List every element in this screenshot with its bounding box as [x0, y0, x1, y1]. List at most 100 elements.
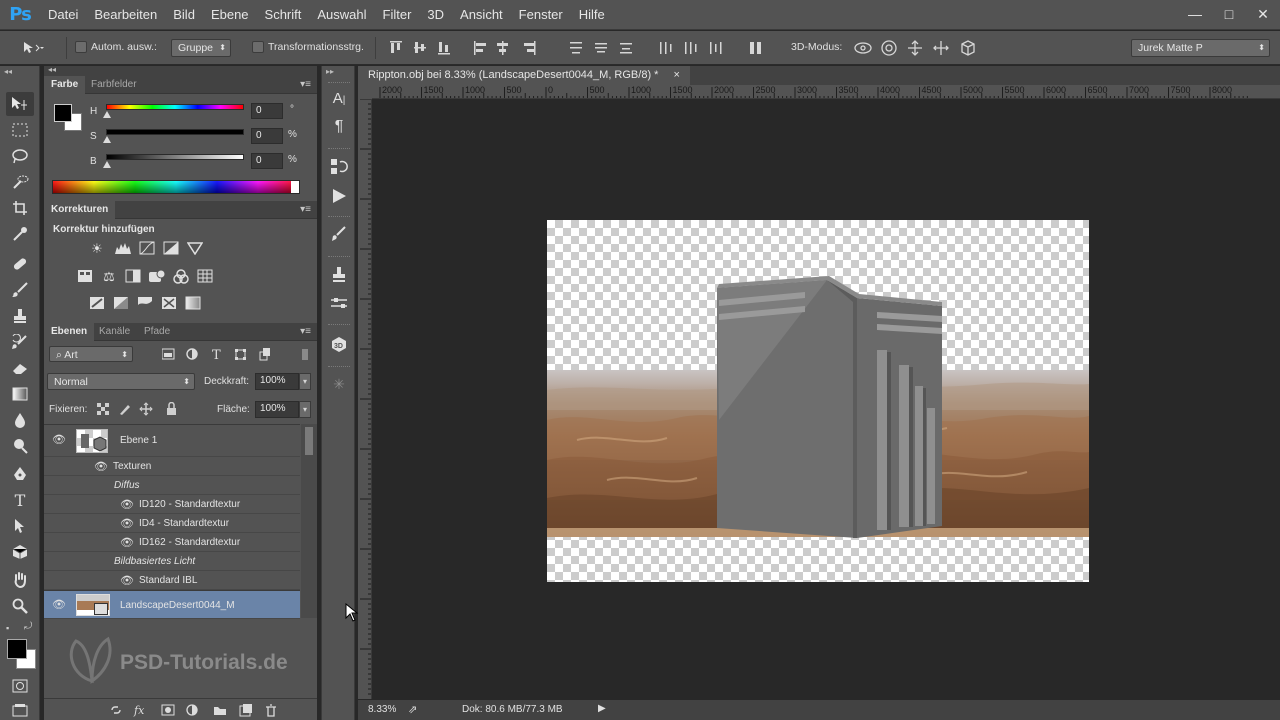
- color-lookup-icon[interactable]: [196, 269, 214, 285]
- document-tab[interactable]: Rippton.obj bei 8.33% (LandscapeDesert00…: [358, 66, 690, 85]
- marquee-tool-icon[interactable]: [6, 118, 34, 142]
- move-tool-icon[interactable]: [22, 40, 44, 56]
- visibility-eye-icon[interactable]: 👁: [120, 574, 134, 587]
- eraser-tool-icon[interactable]: [6, 356, 34, 380]
- hue-slider-thumb[interactable]: [103, 111, 111, 118]
- channel-mixer-icon[interactable]: [172, 269, 190, 285]
- dock-grip[interactable]: [328, 216, 350, 219]
- layer-action-icons[interactable]: fx: [110, 703, 290, 717]
- clone-source-icon[interactable]: [328, 266, 350, 286]
- lock-icons[interactable]: [96, 402, 180, 416]
- panel-menu-icon[interactable]: ▾≡: [300, 204, 311, 215]
- zoom-level[interactable]: 8.33%: [368, 704, 396, 715]
- threshold-icon[interactable]: [136, 296, 154, 312]
- menu-hilfe[interactable]: Hilfe: [571, 0, 613, 30]
- canvas-area[interactable]: [345, 99, 1280, 699]
- brush-tool-icon[interactable]: [6, 278, 34, 302]
- dock-grip[interactable]: [328, 324, 350, 327]
- tab-kanaele[interactable]: Kanäle: [92, 323, 137, 341]
- 3d-mode-icons[interactable]: [852, 39, 982, 57]
- fill-field[interactable]: 100%: [255, 401, 299, 418]
- dock-grip[interactable]: [328, 82, 350, 85]
- dock-grip[interactable]: [328, 366, 350, 369]
- layer-row-bildbasiertes-licht[interactable]: Bildbasiertes Licht: [44, 552, 300, 571]
- layer-row-diffus[interactable]: Diffus: [44, 476, 300, 495]
- auto-select-checkbox[interactable]: [75, 41, 87, 53]
- light-source-icon[interactable]: ✳: [328, 376, 350, 396]
- dock-grip[interactable]: [328, 148, 350, 151]
- layer-list-scrollbar[interactable]: [301, 424, 317, 618]
- invert-icon[interactable]: [88, 296, 106, 312]
- menu-3d[interactable]: 3D: [419, 0, 452, 30]
- opacity-field[interactable]: 100%: [255, 373, 299, 390]
- layer-filter-icons[interactable]: T: [162, 347, 312, 361]
- levels-icon[interactable]: [114, 241, 132, 257]
- history-brush-tool-icon[interactable]: [6, 330, 34, 354]
- blend-mode-dropdown[interactable]: Normal ⬍: [47, 373, 195, 390]
- layer-filter-dropdown[interactable]: ⌕ Art ⬍: [49, 346, 133, 362]
- 3d-building-object[interactable]: [547, 220, 1089, 582]
- share-icon[interactable]: ⇗: [408, 703, 417, 716]
- layer-row-landscape-desert[interactable]: 👁 LandscapeDesert0044_M: [44, 590, 300, 619]
- hand-tool-icon[interactable]: [6, 568, 34, 592]
- visibility-eye-icon[interactable]: 👁: [52, 433, 66, 446]
- color-ramp[interactable]: [52, 180, 300, 194]
- auto-select-dropdown[interactable]: Gruppe ⬍: [171, 39, 231, 57]
- menu-filter[interactable]: Filter: [375, 0, 420, 30]
- tab-korrekturen[interactable]: Korrekturen: [44, 201, 116, 219]
- pen-tool-icon[interactable]: [6, 462, 34, 486]
- move-tool-icon[interactable]: [6, 92, 34, 116]
- type-tool-icon[interactable]: T: [6, 488, 34, 512]
- brightness-value-field[interactable]: 0: [251, 153, 283, 169]
- menu-auswahl[interactable]: Auswahl: [309, 0, 374, 30]
- panel-menu-icon[interactable]: ▾≡: [300, 326, 311, 337]
- color-balance-icon[interactable]: ⚖: [100, 269, 118, 285]
- brightness-slider-track[interactable]: [106, 154, 244, 160]
- layer-row-id120[interactable]: 👁 ID120 - Standardtextur: [44, 495, 300, 514]
- opacity-dropdown-arrow[interactable]: ▾: [299, 373, 311, 390]
- lasso-tool-icon[interactable]: [6, 144, 34, 168]
- layer-row-standard-ibl[interactable]: 👁 Standard IBL: [44, 571, 300, 590]
- minimize-button[interactable]: —: [1178, 0, 1212, 30]
- quick-mask-icon[interactable]: [6, 674, 34, 698]
- saturation-slider-track[interactable]: [106, 129, 244, 135]
- layer-row-texturen[interactable]: 👁 Texturen: [44, 457, 300, 476]
- foreground-color-swatch[interactable]: [54, 104, 72, 122]
- photo-filter-icon[interactable]: [148, 269, 166, 285]
- 3d-panel-icon[interactable]: 3D: [328, 336, 350, 356]
- hue-saturation-icon[interactable]: [76, 269, 94, 285]
- crop-tool-icon[interactable]: [6, 196, 34, 220]
- panel-menu-icon[interactable]: ▾≡: [300, 79, 311, 90]
- document-canvas[interactable]: [547, 220, 1089, 582]
- saturation-slider-thumb[interactable]: [103, 136, 111, 143]
- menu-ansicht[interactable]: Ansicht: [452, 0, 511, 30]
- menu-bearbeiten[interactable]: Bearbeiten: [86, 0, 165, 30]
- dodge-tool-icon[interactable]: [6, 434, 34, 458]
- exposure-icon[interactable]: [162, 241, 180, 257]
- menu-schrift[interactable]: Schrift: [257, 0, 310, 30]
- saturation-value-field[interactable]: 0: [251, 128, 283, 144]
- selective-color-icon[interactable]: [160, 296, 178, 312]
- swap-colors-icon[interactable]: ⤾: [24, 621, 32, 632]
- visibility-eye-icon[interactable]: 👁: [52, 598, 66, 611]
- zoom-tool-icon[interactable]: [6, 594, 34, 618]
- screen-mode-icon[interactable]: [6, 698, 34, 720]
- vibrance-icon[interactable]: [186, 241, 204, 257]
- actions-panel-icon[interactable]: [328, 188, 350, 208]
- gradient-tool-icon[interactable]: [6, 382, 34, 406]
- scrollbar-thumb[interactable]: [305, 427, 313, 455]
- transform-controls-checkbox[interactable]: [252, 41, 264, 53]
- quick-selection-tool-icon[interactable]: [6, 170, 34, 194]
- healing-brush-tool-icon[interactable]: [6, 252, 34, 276]
- expand-arrows-icon[interactable]: ▸▸: [326, 67, 334, 76]
- clone-stamp-tool-icon[interactable]: [6, 304, 34, 328]
- layer-row-id162[interactable]: 👁 ID162 - Standardtextur: [44, 533, 300, 552]
- path-selection-tool-icon[interactable]: [6, 514, 34, 538]
- fill-dropdown-arrow[interactable]: ▾: [299, 401, 311, 418]
- brightness-slider-thumb[interactable]: [103, 161, 111, 168]
- visibility-eye-icon[interactable]: 👁: [120, 517, 134, 530]
- brightness-contrast-icon[interactable]: ☀: [88, 241, 106, 257]
- menu-bild[interactable]: Bild: [165, 0, 203, 30]
- gradient-map-icon[interactable]: [184, 296, 202, 312]
- hue-slider-track[interactable]: [106, 104, 244, 110]
